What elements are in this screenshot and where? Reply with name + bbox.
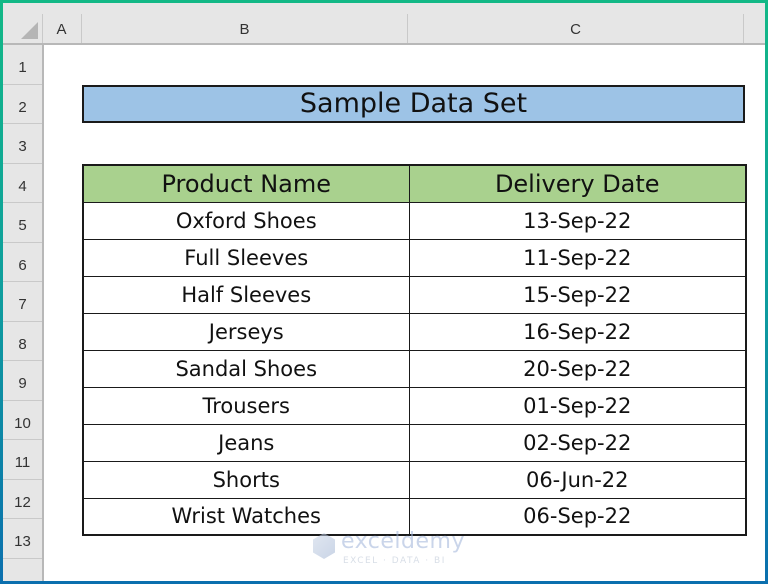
sheet-top-strip [3, 3, 765, 14]
product-name-cell[interactable]: Jeans [82, 423, 410, 462]
delivery-date-cell[interactable]: 16-Sep-22 [408, 312, 747, 351]
delivery-date-cell[interactable]: 01-Sep-22 [408, 386, 747, 425]
row-header-1[interactable]: 1 [3, 45, 42, 85]
delivery-date-cell[interactable]: 13-Sep-22 [408, 201, 747, 240]
spreadsheet-grid: A B C 1 2 3 4 5 6 7 8 9 10 11 12 13 Sample Data Set … [3, 3, 765, 581]
column-header-b[interactable]: B [82, 14, 408, 43]
row-header-partial[interactable] [3, 559, 42, 582]
column-header-c[interactable]: C [408, 14, 744, 43]
delivery-date-cell[interactable]: 06-Sep-22 [408, 497, 747, 536]
delivery-date-cell[interactable]: 02-Sep-22 [408, 423, 747, 462]
row-header-4[interactable]: 4 [3, 164, 42, 203]
select-all-button[interactable] [3, 14, 43, 43]
row-header-9[interactable]: 9 [3, 361, 42, 401]
table-row: Sandal Shoes 20-Sep-22 [82, 349, 747, 388]
row-header-7[interactable]: 7 [3, 282, 42, 322]
product-name-cell[interactable]: Shorts [82, 460, 410, 499]
product-name-cell[interactable]: Full Sleeves [82, 238, 410, 277]
table-row: Jerseys 16-Sep-22 [82, 312, 747, 351]
row-header-11[interactable]: 11 [3, 440, 42, 480]
product-name-cell[interactable]: Oxford Shoes [82, 201, 410, 240]
row-header-bar: 1 2 3 4 5 6 7 8 9 10 11 12 13 [3, 45, 44, 581]
product-name-cell[interactable]: Half Sleeves [82, 275, 410, 314]
delivery-date-cell[interactable]: 20-Sep-22 [408, 349, 747, 388]
product-name-cell[interactable]: Sandal Shoes [82, 349, 410, 388]
row-header-3[interactable]: 3 [3, 124, 42, 164]
product-name-cell[interactable]: Wrist Watches [82, 497, 410, 536]
row-header-2[interactable]: 2 [3, 85, 42, 124]
table-row: Full Sleeves 11-Sep-22 [82, 238, 747, 277]
row-header-8[interactable]: 8 [3, 322, 42, 361]
data-table: Product Name Delivery Date Oxford Shoes 1… [82, 164, 747, 536]
table-header-row: Product Name Delivery Date [82, 164, 747, 203]
cell-area[interactable]: Sample Data Set Product Name Delivery Da… [44, 45, 765, 581]
product-name-cell[interactable]: Jerseys [82, 312, 410, 351]
column-header-bar: A B C [3, 14, 765, 45]
row-header-13[interactable]: 13 [3, 519, 42, 559]
title-cell[interactable]: Sample Data Set [82, 85, 745, 123]
delivery-date-cell[interactable]: 11-Sep-22 [408, 238, 747, 277]
table-row: Wrist Watches 06-Sep-22 [82, 497, 747, 536]
row-header-5[interactable]: 5 [3, 203, 42, 243]
delivery-date-cell[interactable]: 15-Sep-22 [408, 275, 747, 314]
header-product-name[interactable]: Product Name [82, 164, 410, 203]
row-header-10[interactable]: 10 [3, 401, 42, 440]
table-row: Oxford Shoes 13-Sep-22 [82, 201, 747, 240]
table-row: Jeans 02-Sep-22 [82, 423, 747, 462]
table-row: Half Sleeves 15-Sep-22 [82, 275, 747, 314]
window-frame: A B C 1 2 3 4 5 6 7 8 9 10 11 12 13 Sample Data Set … [0, 0, 768, 584]
product-name-cell[interactable]: Trousers [82, 386, 410, 425]
row-header-12[interactable]: 12 [3, 480, 42, 519]
select-all-triangle-icon [21, 22, 38, 39]
table-row: Trousers 01-Sep-22 [82, 386, 747, 425]
column-header-a[interactable]: A [42, 14, 82, 43]
header-delivery-date[interactable]: Delivery Date [408, 164, 747, 203]
table-row: Shorts 06-Jun-22 [82, 460, 747, 499]
delivery-date-cell[interactable]: 06-Jun-22 [408, 460, 747, 499]
row-header-6[interactable]: 6 [3, 243, 42, 282]
